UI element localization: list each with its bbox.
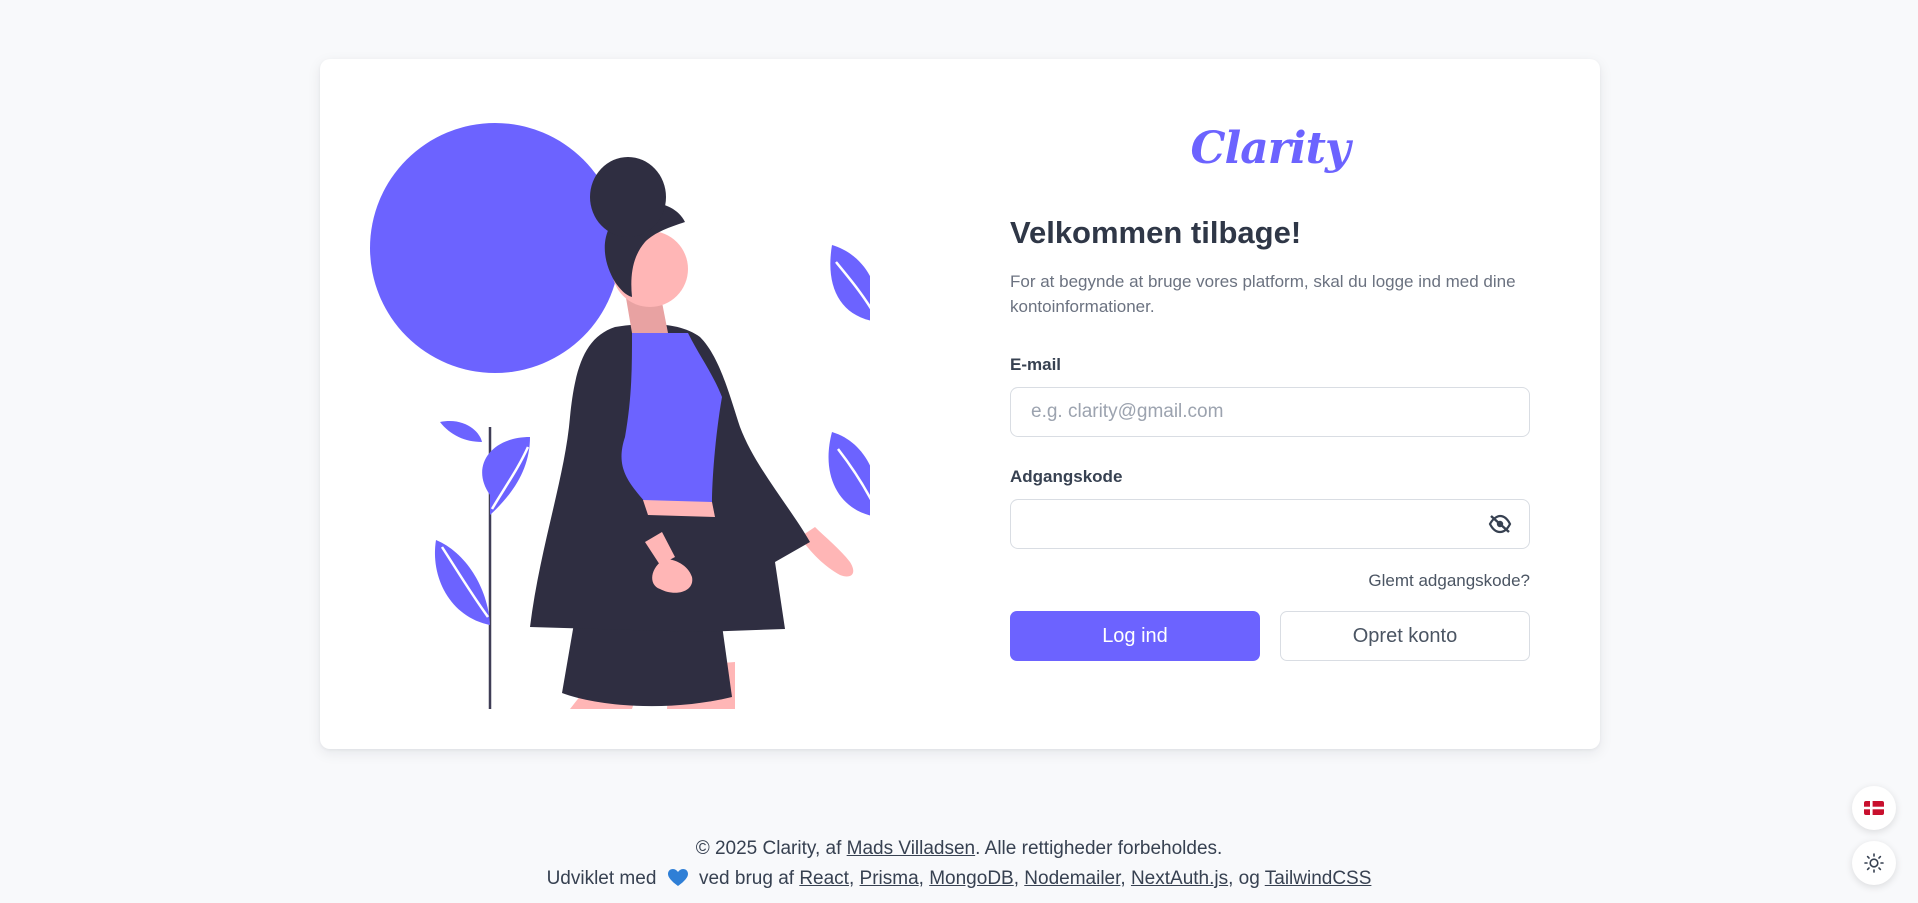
woman-illustration [370, 123, 870, 709]
tech-link-prisma[interactable]: Prisma [860, 868, 919, 889]
login-form: Clarity Velkommen tilbage! For at begynd… [1010, 119, 1530, 661]
email-field[interactable] [1010, 387, 1530, 437]
email-label: E-mail [1010, 355, 1062, 374]
tech-link-react[interactable]: React [799, 868, 849, 889]
sun-icon [1864, 853, 1884, 873]
forgot-password-link[interactable]: Glemt adgangskode? [1368, 571, 1530, 590]
footer-line-credits: Udviklet med ved brug af React, Prisma, … [0, 864, 1918, 897]
tech-link-nextauth[interactable]: NextAuth.js [1131, 868, 1228, 889]
page-subtitle: For at begynde at bruge vores platform, … [1010, 272, 1516, 316]
tech-link-tailwind[interactable]: TailwindCSS [1265, 868, 1372, 889]
footer-line-copyright: © 2025 Clarity, af Mads Villadsen. Alle … [695, 838, 1223, 859]
login-button[interactable]: Log ind [1010, 611, 1260, 661]
signup-button[interactable]: Opret konto [1280, 611, 1530, 661]
blue-heart-icon [667, 867, 688, 897]
eye-off-icon[interactable] [1486, 511, 1514, 537]
danish-flag-icon [1864, 801, 1884, 815]
author-link[interactable]: Mads Villadsen [847, 838, 976, 859]
theme-toggle-button[interactable] [1852, 841, 1896, 885]
password-label: Adgangskode [1010, 467, 1123, 486]
language-button[interactable] [1852, 786, 1896, 830]
password-field[interactable] [1010, 499, 1530, 549]
login-card: Clarity Velkommen tilbage! For at begynd… [320, 59, 1600, 749]
footer: © 2025 Clarity, af Mads Villadsen. Alle … [0, 834, 1918, 897]
brand-logo: Clarity [1190, 123, 1350, 174]
tech-link-mongodb[interactable]: MongoDB [929, 868, 1014, 889]
email-field-wrap [1010, 387, 1530, 437]
page-title: Velkommen tilbage! [1010, 215, 1302, 250]
password-field-wrap [1010, 499, 1530, 549]
tech-link-nodemailer[interactable]: Nodemailer [1024, 868, 1120, 889]
